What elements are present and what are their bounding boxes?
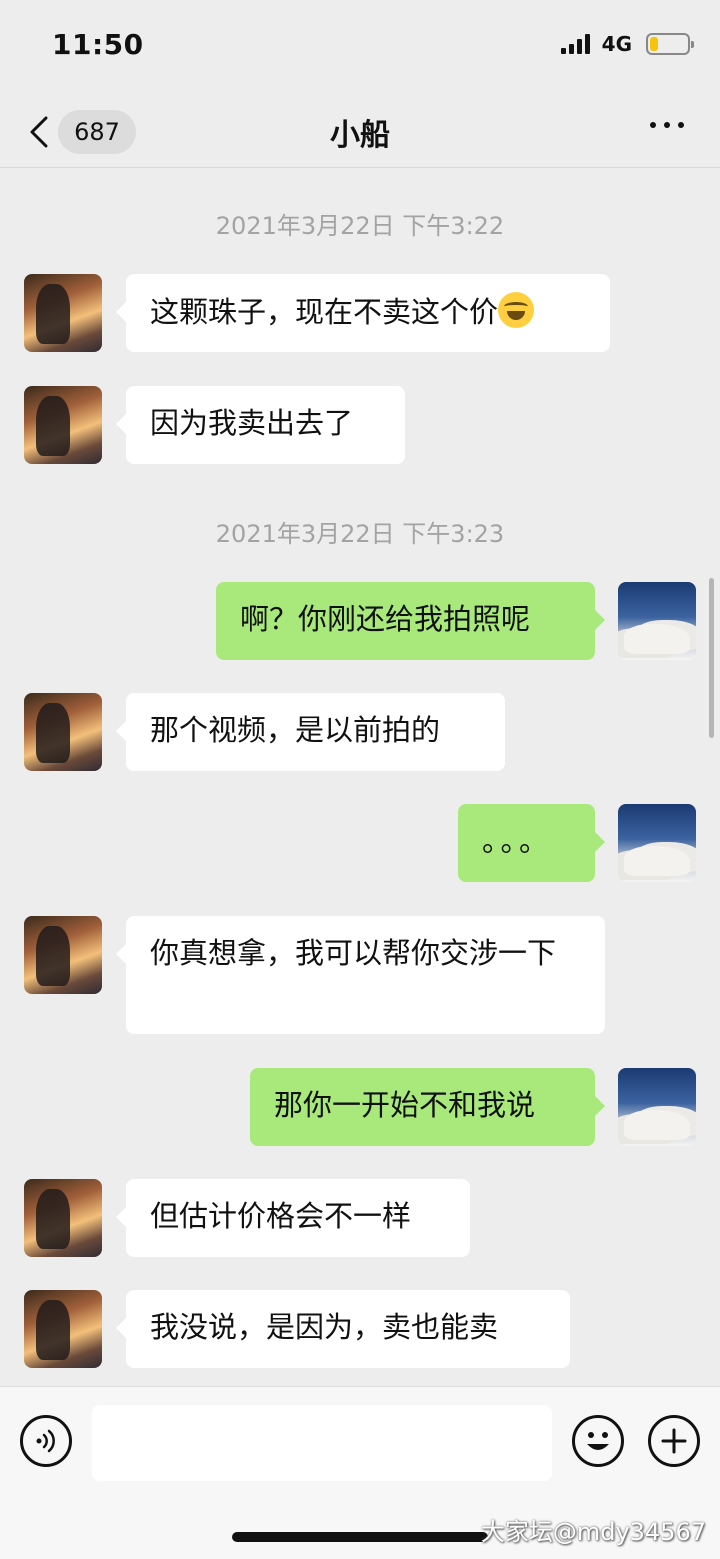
message-text: 。。。 [482,824,553,858]
watermark: 大家坛@mdy34567 [480,1518,706,1546]
message-input[interactable] [92,1405,552,1481]
self-avatar[interactable] [618,804,696,882]
contact-avatar[interactable] [24,386,102,464]
more-actions-button[interactable] [648,1415,700,1467]
message-list[interactable]: 2021年3月22日 下午3:22 这颗珠子，现在不卖这个价 因为我卖出去了 2… [0,168,720,1386]
home-indicator[interactable] [232,1532,488,1542]
voice-icon [36,1429,55,1453]
contact-avatar[interactable] [24,1290,102,1368]
status-time: 11:50 [52,27,144,61]
message-text: 那个视频，是以前拍的 [150,713,441,747]
message-text: 这颗珠子，现在不卖这个价 [150,295,499,329]
message-text: 但估计价格会不一样 [150,1199,412,1233]
message-text: 啊？你刚还给我拍照呢 [240,602,531,636]
message-bubble-sent[interactable]: 。。。 [458,804,605,882]
more-options-icon[interactable] [650,122,684,128]
message-bubble-received[interactable]: 那个视频，是以前拍的 [116,693,505,771]
scrollbar[interactable] [709,578,714,738]
status-indicators: 4G [560,32,694,56]
message-timestamp: 2021年3月22日 下午3:23 [215,520,505,548]
self-avatar[interactable] [618,582,696,660]
network-type: 4G [601,32,632,56]
message-text: 我没说，是因为，卖也能卖 [150,1310,499,1344]
contact-avatar[interactable] [24,274,102,352]
message-bubble-received[interactable]: 我没说，是因为，卖也能卖 [116,1290,570,1368]
message-bubble-received[interactable]: 你真想拿，我可以帮你交涉一下 [116,916,605,1034]
battery-icon [646,33,694,55]
contact-avatar[interactable] [24,693,102,771]
message-bubble-sent[interactable]: 那你一开始不和我说 [250,1068,605,1146]
emoji-picker-button[interactable] [572,1415,624,1467]
contact-avatar[interactable] [24,916,102,994]
status-bar: 11:50 4G [0,0,720,88]
message-bubble-sent[interactable]: 啊？你刚还给我拍照呢 [216,582,605,660]
message-text: 因为我卖出去了 [150,406,354,440]
message-text: 你真想拿，我可以帮你交涉一下 [150,936,557,970]
message-bubble-received[interactable]: 但估计价格会不一样 [116,1179,470,1257]
self-avatar[interactable] [618,1068,696,1146]
chat-header: 687 小船 [0,88,720,168]
voice-input-button[interactable] [20,1415,72,1467]
laughing-with-tears-icon [498,292,535,328]
message-bubble-received[interactable]: 这颗珠子，现在不卖这个价 [116,274,610,352]
message-timestamp: 2021年3月22日 下午3:22 [215,212,505,240]
message-text: 那你一开始不和我说 [274,1088,536,1122]
contact-avatar[interactable] [24,1179,102,1257]
smiley-icon [587,1432,609,1450]
chat-title: 小船 [330,118,390,153]
signal-icon [560,34,590,54]
plus-icon [661,1428,687,1454]
message-bubble-received[interactable]: 因为我卖出去了 [116,386,405,464]
